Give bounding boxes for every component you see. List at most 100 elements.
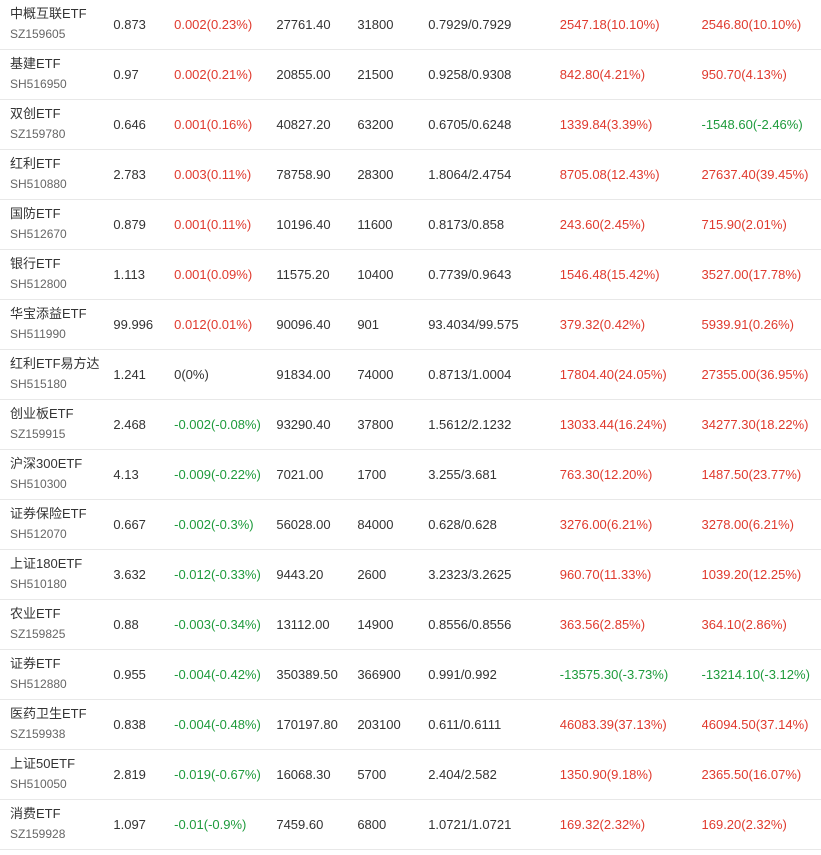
fund-cell[interactable]: 基建ETF SH516950 bbox=[0, 49, 113, 99]
profit-cell: 243.60(2.45%) bbox=[559, 216, 646, 232]
table-row[interactable]: 证券保险ETF SH512070 0.667 -0.002(-0.3%) 56028.0… bbox=[0, 499, 821, 549]
shares-cell: 1700 bbox=[357, 466, 387, 482]
fund-cell[interactable]: 上证180ETF SH510180 bbox=[0, 549, 113, 599]
table-row[interactable]: 红利ETF易方达 SH515180 1.241 0(0%) 91834.00 74000 0… bbox=[0, 349, 821, 399]
change-cell: -0.002(-0.3%) bbox=[174, 516, 254, 532]
fund-name[interactable]: 创业板ETF bbox=[10, 405, 113, 423]
price-cell: 2.783 bbox=[113, 166, 146, 182]
fund-name[interactable]: 中概互联ETF bbox=[10, 5, 113, 23]
price-cell: 0.97 bbox=[113, 66, 139, 82]
total-profit-cell: 2546.80(10.10%) bbox=[701, 16, 802, 32]
cost-range-cell: 0.8173/0.858 bbox=[428, 216, 505, 232]
table-row[interactable]: 国防ETF SH512670 0.879 0.001(0.11%) 10196.40 11… bbox=[0, 199, 821, 249]
amount-cell: 90096.40 bbox=[276, 316, 331, 332]
fund-name[interactable]: 消费ETF bbox=[10, 805, 113, 823]
fund-cell[interactable]: 中概互联ETF SZ159605 bbox=[0, 0, 113, 49]
fund-name[interactable]: 华宝添益ETF bbox=[10, 305, 113, 323]
amount-cell: 170197.80 bbox=[276, 716, 338, 732]
table-row[interactable]: 上证180ETF SH510180 3.632 -0.012(-0.33%) 9443.… bbox=[0, 549, 821, 599]
price-cell: 0.955 bbox=[113, 666, 146, 682]
fund-name[interactable]: 沪深300ETF bbox=[10, 455, 113, 473]
fund-name[interactable]: 上证180ETF bbox=[10, 555, 113, 573]
fund-name[interactable]: 银行ETF bbox=[10, 255, 113, 273]
fund-cell[interactable]: 双创ETF SZ159780 bbox=[0, 99, 113, 149]
table-row[interactable]: 双创ETF SZ159780 0.646 0.001(0.16%) 40827.20 63… bbox=[0, 99, 821, 149]
amount-cell: 350389.50 bbox=[276, 666, 338, 682]
profit-cell: 2547.18(10.10%) bbox=[559, 16, 660, 32]
fund-cell[interactable]: 证券保险ETF SH512070 bbox=[0, 499, 113, 549]
shares-cell: 74000 bbox=[357, 366, 394, 382]
shares-cell: 63200 bbox=[357, 116, 394, 132]
cost-range-cell: 0.7739/0.9643 bbox=[428, 266, 512, 282]
fund-cell[interactable]: 农业ETF SZ159825 bbox=[0, 599, 113, 649]
profit-cell: 842.80(4.21%) bbox=[559, 66, 646, 82]
profit-cell: 8705.08(12.43%) bbox=[559, 166, 660, 182]
table-row[interactable]: 证券ETF SH512880 0.955 -0.004(-0.42%) 350389.5… bbox=[0, 649, 821, 699]
fund-name[interactable]: 红利ETF bbox=[10, 155, 113, 173]
fund-name[interactable]: 医药卫生ETF bbox=[10, 705, 113, 723]
table-row[interactable]: 红利ETF SH510880 2.783 0.003(0.11%) 78758.90 28… bbox=[0, 149, 821, 199]
fund-name[interactable]: 证券ETF bbox=[10, 655, 113, 673]
fund-cell[interactable]: 红利ETF易方达 SH515180 bbox=[0, 349, 113, 399]
table-row[interactable]: 华宝添益ETF SH511990 99.996 0.012(0.01%) 90096.4… bbox=[0, 299, 821, 349]
fund-name[interactable]: 国防ETF bbox=[10, 205, 113, 223]
fund-name[interactable]: 农业ETF bbox=[10, 605, 113, 623]
total-profit-cell: -13214.10(-3.12%) bbox=[701, 666, 810, 682]
fund-cell[interactable]: 沪深300ETF SH510300 bbox=[0, 449, 113, 499]
fund-cell[interactable]: 红利ETF SH510880 bbox=[0, 149, 113, 199]
fund-code: SZ159928 bbox=[10, 827, 66, 841]
change-cell: -0.01(-0.9%) bbox=[174, 816, 247, 832]
profit-cell: 13033.44(16.24%) bbox=[559, 416, 667, 432]
profit-cell: 46083.39(37.13%) bbox=[559, 716, 667, 732]
fund-cell[interactable]: 消费ETF SZ159928 bbox=[0, 799, 113, 849]
shares-cell: 6800 bbox=[357, 816, 387, 832]
total-profit-cell: 5939.91(0.26%) bbox=[701, 316, 795, 332]
table-row[interactable]: 创业板ETF SZ159915 2.468 -0.002(-0.08%) 93290.4… bbox=[0, 399, 821, 449]
change-cell: 0.001(0.11%) bbox=[174, 216, 252, 232]
amount-cell: 10196.40 bbox=[276, 216, 331, 232]
fund-name[interactable]: 红利ETF易方达 bbox=[10, 355, 113, 373]
table-row[interactable]: 医药卫生ETF SZ159938 0.838 -0.004(-0.48%) 170197… bbox=[0, 699, 821, 749]
fund-cell[interactable]: 国防ETF SH512670 bbox=[0, 199, 113, 249]
change-cell: 0.001(0.16%) bbox=[174, 116, 253, 132]
table-row[interactable]: 上证50ETF SH510050 2.819 -0.019(-0.67%) 16068.… bbox=[0, 749, 821, 799]
fund-name[interactable]: 证券保险ETF bbox=[10, 505, 113, 523]
profit-cell: 1350.90(9.18%) bbox=[559, 766, 653, 782]
profit-cell: 3276.00(6.21%) bbox=[559, 516, 653, 532]
amount-cell: 11575.20 bbox=[276, 266, 330, 282]
amount-cell: 93290.40 bbox=[276, 416, 331, 432]
table-row[interactable]: 沪深300ETF SH510300 4.13 -0.009(-0.22%) 7021.0… bbox=[0, 449, 821, 499]
fund-name[interactable]: 基建ETF bbox=[10, 55, 113, 73]
fund-code: SZ159938 bbox=[10, 727, 66, 741]
change-cell: 0.002(0.21%) bbox=[174, 66, 253, 82]
table-row[interactable]: 消费ETF SZ159928 1.097 -0.01(-0.9%) 7459.60 680… bbox=[0, 799, 821, 849]
fund-cell[interactable]: 上证50ETF SH510050 bbox=[0, 749, 113, 799]
amount-cell: 27761.40 bbox=[276, 16, 331, 32]
change-cell: -0.004(-0.48%) bbox=[174, 716, 261, 732]
table-row[interactable]: 银行ETF SH512800 1.113 0.001(0.09%) 11575.20 10… bbox=[0, 249, 821, 299]
table-row[interactable]: 基建ETF SH516950 0.97 0.002(0.21%) 20855.00 215… bbox=[0, 49, 821, 99]
total-profit-cell: 3278.00(6.21%) bbox=[701, 516, 795, 532]
fund-code: SH512800 bbox=[10, 277, 67, 291]
price-cell: 0.879 bbox=[113, 216, 146, 232]
fund-name[interactable]: 双创ETF bbox=[10, 105, 113, 123]
total-profit-cell: 715.90(2.01%) bbox=[701, 216, 787, 232]
cost-range-cell: 2.404/2.582 bbox=[428, 766, 497, 782]
fund-cell[interactable]: 证券ETF SH512880 bbox=[0, 649, 113, 699]
table-row[interactable]: 中概互联ETF SZ159605 0.873 0.002(0.23%) 27761.40… bbox=[0, 0, 821, 49]
cost-range-cell: 0.991/0.992 bbox=[428, 666, 497, 682]
fund-name[interactable]: 上证50ETF bbox=[10, 755, 113, 773]
change-cell: -0.012(-0.33%) bbox=[174, 566, 261, 582]
fund-cell[interactable]: 创业板ETF SZ159915 bbox=[0, 399, 113, 449]
table-row[interactable]: 农业ETF SZ159825 0.88 -0.003(-0.34%) 13112.00 1… bbox=[0, 599, 821, 649]
fund-cell[interactable]: 医药卫生ETF SZ159938 bbox=[0, 699, 113, 749]
price-cell: 1.241 bbox=[113, 366, 146, 382]
cost-range-cell: 0.628/0.628 bbox=[428, 516, 497, 532]
fund-cell[interactable]: 华宝添益ETF SH511990 bbox=[0, 299, 113, 349]
change-cell: 0.002(0.23%) bbox=[174, 16, 253, 32]
price-cell: 1.113 bbox=[113, 266, 145, 282]
profit-cell: 379.32(0.42%) bbox=[559, 316, 646, 332]
fund-cell[interactable]: 银行ETF SH512800 bbox=[0, 249, 113, 299]
cost-range-cell: 0.611/0.6111 bbox=[428, 716, 502, 732]
profit-cell: 169.32(2.32%) bbox=[559, 816, 646, 832]
